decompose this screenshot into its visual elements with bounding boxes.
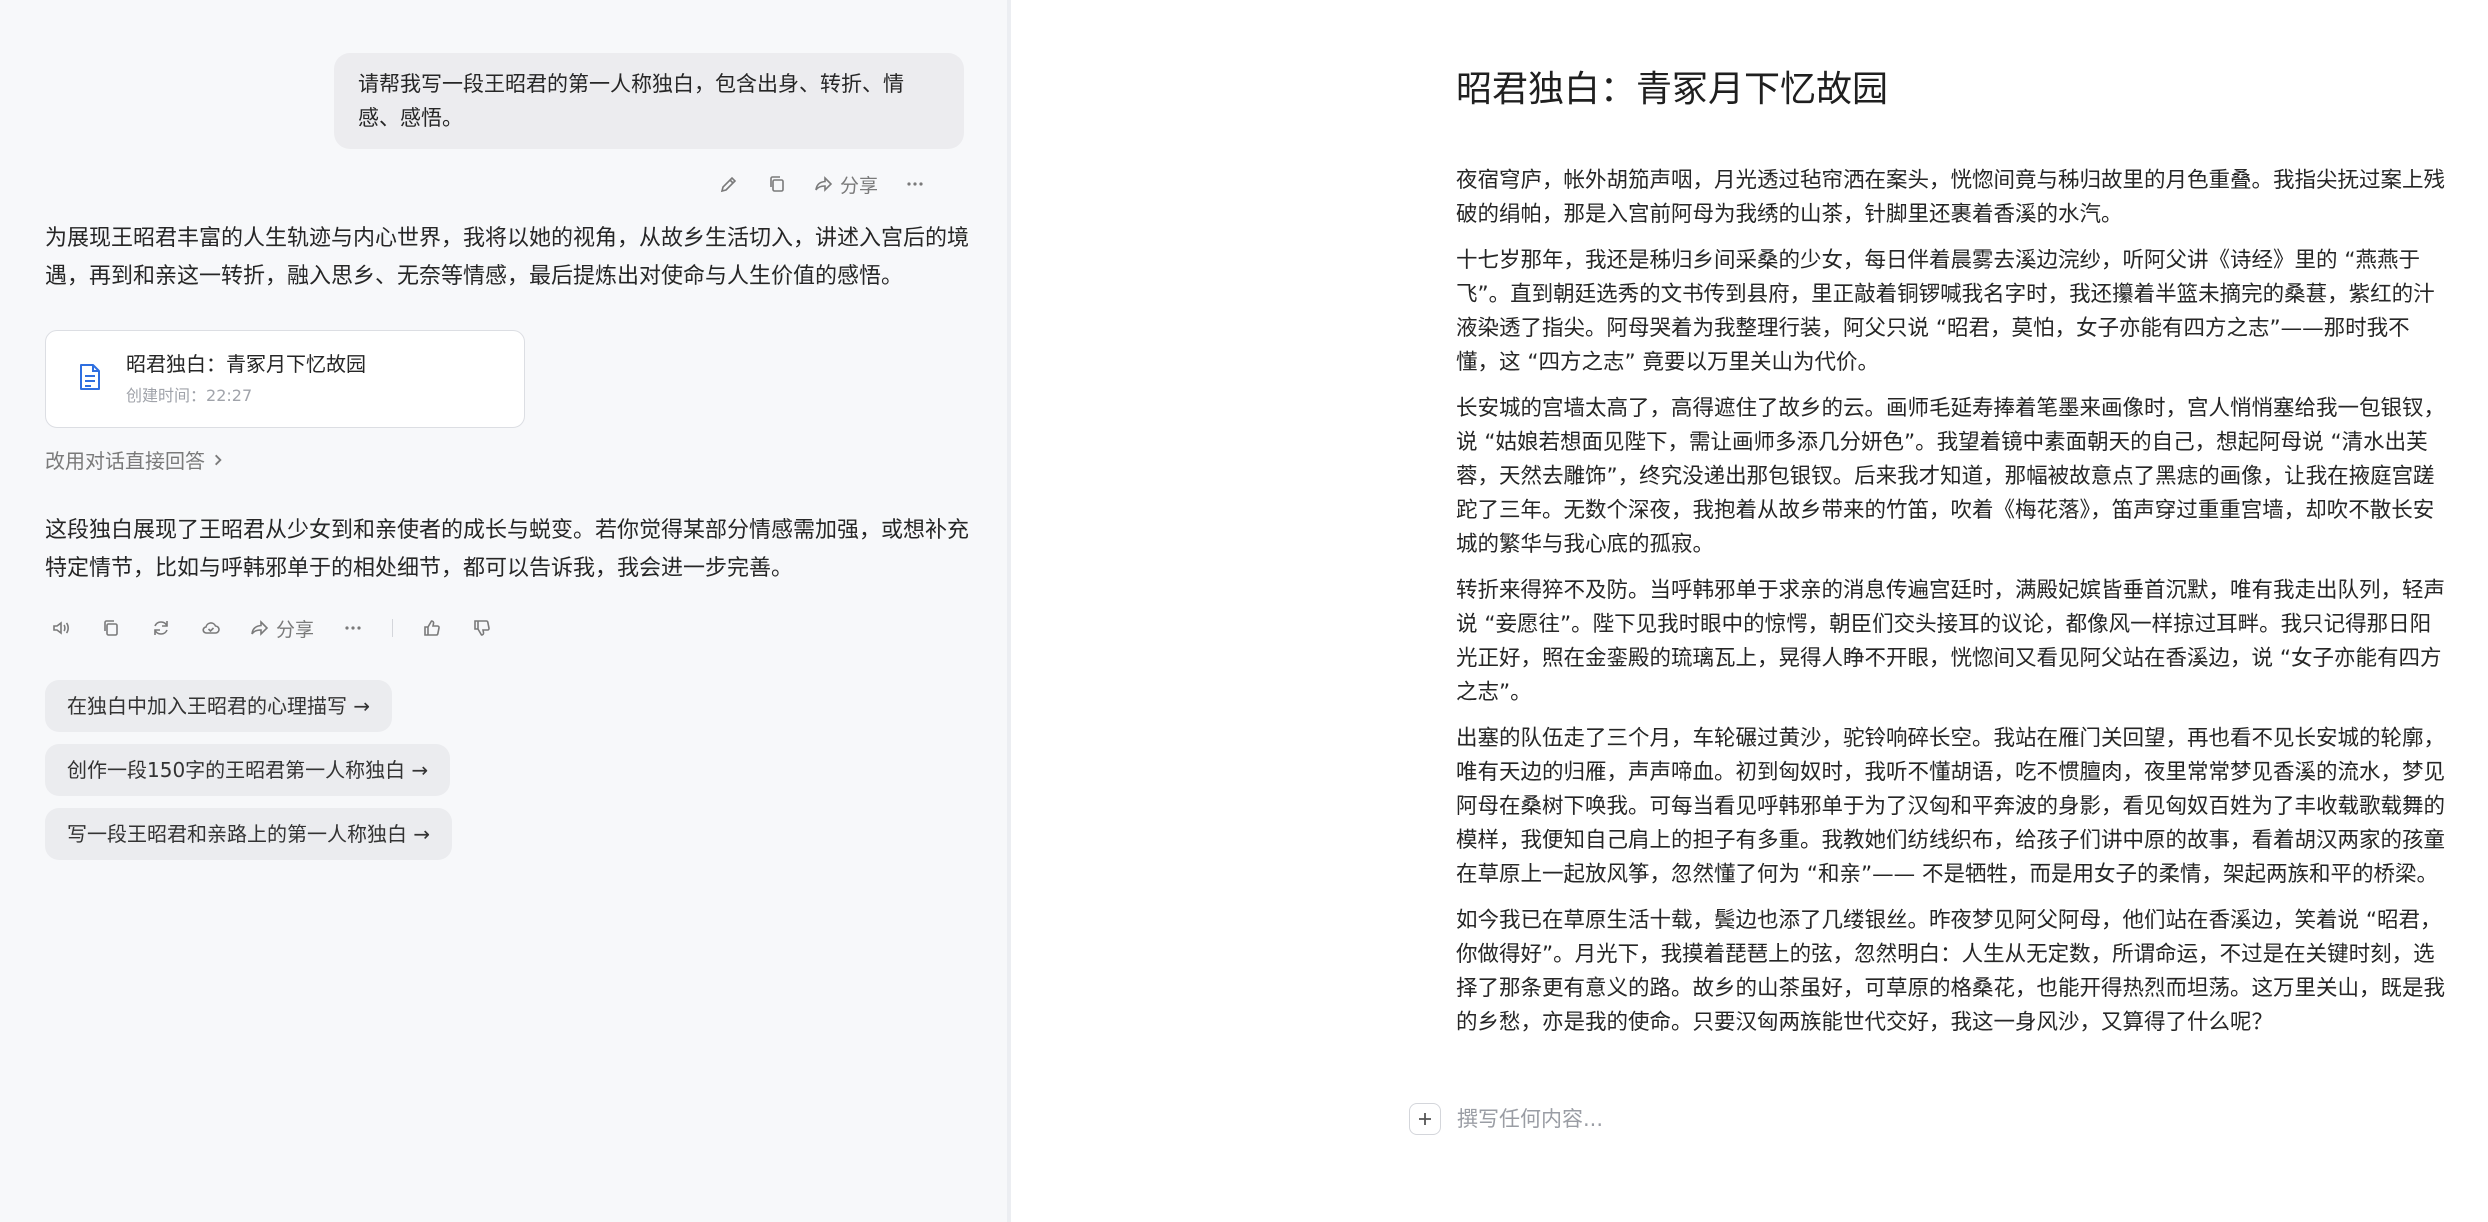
document-paragraph: 如今我已在草原生活十载，鬓边也添了几缕银丝。昨夜梦见阿父阿母，他们站在香溪边，笑… <box>1456 908 2446 1035</box>
share-label: 分享 <box>840 174 879 197</box>
app-window: 请帮我写一段王昭君的第一人称独白，包含出身、转折、情感、感悟。 分享 为展现王昭… <box>0 0 2488 1222</box>
chevron-right-icon <box>215 454 222 465</box>
suggestion-chip[interactable]: 创作一段150字的王昭君第一人称独白 → <box>45 744 451 796</box>
copy-icon[interactable] <box>100 614 122 642</box>
thumbs-up-icon[interactable] <box>421 614 443 642</box>
share-button[interactable]: 分享 <box>250 614 314 642</box>
suggestion-chip[interactable]: 写一段王昭君和亲路上的第一人称独白 → <box>45 808 453 860</box>
ai-message-actions: 分享 <box>50 612 493 644</box>
share-icon <box>251 620 269 636</box>
action-separator <box>392 619 394 637</box>
document-paragraph: 转折来得猝不及防。当呼韩邪单于求亲的消息传遍宫廷时，满殿妃嫔皆垂首沉默，唯有我走… <box>1456 578 2446 705</box>
document-paragraph: 十七岁那年，我还是秭归乡间采桑的少女，每日伴着晨雾去溪边浣纱，听阿父讲《诗经》里… <box>1456 248 2435 375</box>
document-paragraph: 出塞的队伍走了三个月，车轮碾过黄沙，驼铃响碎长空。我站在雁门关回望，再也看不见长… <box>1456 726 2446 887</box>
document-composer <box>1409 1103 2059 1135</box>
plus-icon[interactable] <box>1409 1103 1441 1135</box>
document-card-meta: 创建时间：22:27 <box>126 383 366 409</box>
share-button[interactable]: 分享 <box>814 170 878 198</box>
document-panel: 昭君独白：青冢月下忆故园 夜宿穹庐，帐外胡笳声咽，月光透过毡帘洒在案头，恍惚间竟… <box>1011 0 2488 1222</box>
more-icon[interactable] <box>342 614 364 642</box>
ai-followup-text: 这段独白展现了王昭君从少女到和亲使者的成长与蜕变。若你觉得某部分情感需加强，或想… <box>45 518 970 581</box>
more-icon[interactable] <box>904 170 926 198</box>
document-title: 昭君独白：青冢月下忆故园 <box>1456 69 1889 110</box>
speaker-icon[interactable] <box>50 614 72 642</box>
user-message-bubble: 请帮我写一段王昭君的第一人称独白，包含出身、转折、情感、感悟。 <box>334 53 964 149</box>
pencil-icon[interactable] <box>718 170 740 198</box>
copy-icon[interactable] <box>766 170 788 198</box>
composer-input[interactable] <box>1455 1106 2059 1132</box>
thumbs-down-icon[interactable] <box>471 614 493 642</box>
created-label: 创建时间： <box>126 386 207 405</box>
document-icon <box>76 362 104 396</box>
ai-intro-text: 为展现王昭君丰富的人生轨迹与内心世界，我将以她的视角，从故乡生活切入，讲述入宫后… <box>45 226 970 289</box>
document-body[interactable]: 夜宿穹庐，帐外胡笳声咽，月光透过毡帘洒在案头，恍惚间竟与秭归故里的月色重叠。我指… <box>1456 164 2446 1052</box>
regenerate-icon[interactable] <box>150 614 172 642</box>
switch-link-label: 改用对话直接回答 <box>45 449 205 473</box>
document-paragraph: 夜宿穹庐，帐外胡笳声咽，月光透过毡帘洒在案头，恍惚间竟与秭归故里的月色重叠。我指… <box>1456 168 2446 227</box>
share-icon <box>815 176 833 192</box>
chat-panel: 请帮我写一段王昭君的第一人称独白，包含出身、转折、情感、感悟。 分享 为展现王昭… <box>0 0 1007 1222</box>
document-card-title: 昭君独白：青冢月下忆故园 <box>126 352 366 376</box>
created-time: 22:27 <box>206 386 253 405</box>
switch-to-chat-link[interactable]: 改用对话直接回答 <box>45 445 225 474</box>
document-card-text: 昭君独白：青冢月下忆故园 创建时间：22:27 <box>126 349 366 409</box>
suggestion-chip[interactable]: 在独白中加入王昭君的心理描写 → <box>45 680 393 732</box>
document-card[interactable]: 昭君独白：青冢月下忆故园 创建时间：22:27 <box>45 330 525 428</box>
document-paragraph: 长安城的宫墙太高了，高得遮住了故乡的云。画师毛延寿捧着笔墨来画像时，宫人悄悄塞给… <box>1456 396 2446 557</box>
share-label: 分享 <box>276 618 315 641</box>
user-message-actions: 分享 <box>718 168 926 200</box>
cloud-save-icon[interactable] <box>200 614 222 642</box>
